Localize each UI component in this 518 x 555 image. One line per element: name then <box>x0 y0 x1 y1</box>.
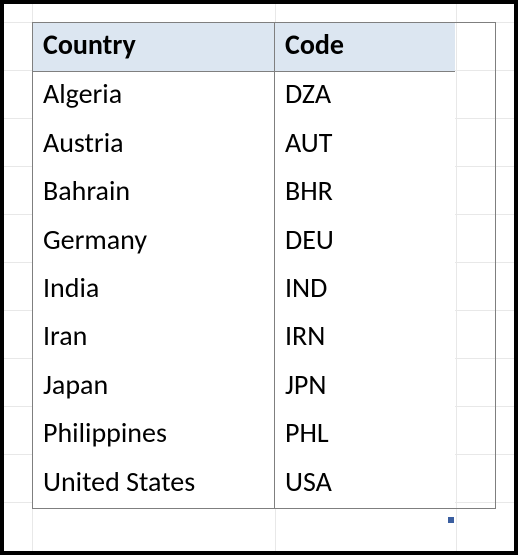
cell-country[interactable]: United States <box>33 460 275 508</box>
cell-code[interactable]: IND <box>275 266 455 314</box>
cell-country[interactable]: Japan <box>33 363 275 411</box>
cell-code[interactable]: DZA <box>275 72 455 120</box>
cell-country[interactable]: Philippines <box>33 411 275 459</box>
cell-country[interactable]: Austria <box>33 121 275 169</box>
cell-country[interactable]: Iran <box>33 314 275 362</box>
cell-code[interactable]: BHR <box>275 169 455 217</box>
cell-code[interactable]: IRN <box>275 314 455 362</box>
cell-country[interactable]: Bahrain <box>33 169 275 217</box>
table-corner-marker-icon <box>448 517 454 523</box>
cell-country[interactable]: Germany <box>33 218 275 266</box>
cell-code[interactable]: PHL <box>275 411 455 459</box>
header-country[interactable]: Country <box>33 23 275 72</box>
header-code[interactable]: Code <box>275 23 455 72</box>
cell-code[interactable]: JPN <box>275 363 455 411</box>
country-code-table: Country Code Algeria DZA Austria AUT Bah… <box>32 22 496 509</box>
cell-code[interactable]: DEU <box>275 218 455 266</box>
cell-country[interactable]: India <box>33 266 275 314</box>
cell-code[interactable]: USA <box>275 460 455 508</box>
cell-code[interactable]: AUT <box>275 121 455 169</box>
cell-country[interactable]: Algeria <box>33 72 275 120</box>
spreadsheet-sheet: Country Code Algeria DZA Austria AUT Bah… <box>4 4 514 551</box>
